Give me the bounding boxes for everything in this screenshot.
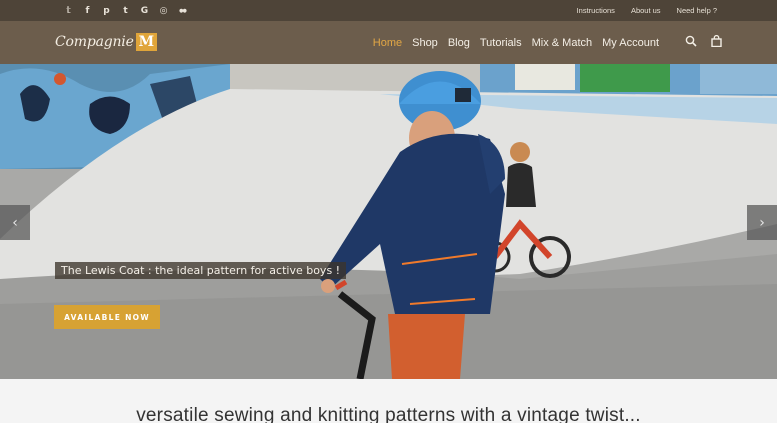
social-links: 𝕥 f p t G ◎ ●●	[59, 0, 192, 21]
about-us-link[interactable]: About us	[631, 6, 661, 15]
main-nav: Home Shop Blog Tutorials Mix & Match My …	[373, 21, 659, 64]
chevron-left-icon: ‹	[12, 214, 18, 231]
facebook-icon[interactable]: f	[78, 6, 97, 16]
instagram-icon[interactable]: ◎	[154, 6, 173, 16]
need-help-link[interactable]: Need help ?	[677, 6, 717, 15]
slide-caption: The Lewis Coat : the ideal pattern for a…	[55, 262, 347, 279]
search-icon[interactable]	[685, 34, 697, 52]
hero-slider: ‹ › The Lewis Coat : the ideal pattern f…	[0, 64, 777, 379]
hero-image	[0, 64, 777, 379]
logo-mark: M	[135, 33, 158, 51]
tumblr-icon[interactable]: t	[116, 6, 135, 16]
slider-prev-button[interactable]: ‹	[0, 205, 30, 240]
header-icons	[685, 21, 722, 64]
twitter-icon[interactable]: 𝕥	[59, 6, 78, 16]
instructions-link[interactable]: Instructions	[577, 6, 615, 15]
shopping-bag-icon[interactable]	[711, 34, 722, 52]
slider-next-button[interactable]: ›	[747, 205, 777, 240]
utility-links: Instructions About us Need help ?	[577, 0, 717, 21]
flickr-icon[interactable]: ●●	[173, 8, 192, 14]
tagline-heading: versatile sewing and knitting patterns w…	[136, 405, 641, 423]
nav-mix-match[interactable]: Mix & Match	[532, 37, 593, 49]
pinterest-icon[interactable]: p	[97, 6, 116, 16]
site-logo[interactable]: Compagnie M	[55, 30, 158, 54]
nav-tutorials[interactable]: Tutorials	[480, 37, 522, 49]
main-header: Compagnie M Home Shop Blog Tutorials Mix…	[0, 21, 777, 64]
tagline-section: versatile sewing and knitting patterns w…	[0, 379, 777, 423]
chevron-right-icon: ›	[759, 214, 765, 231]
nav-my-account[interactable]: My Account	[602, 37, 659, 49]
google-plus-icon[interactable]: G	[135, 6, 154, 16]
nav-blog[interactable]: Blog	[448, 37, 470, 49]
available-now-button[interactable]: AVAILABLE NOW	[54, 305, 160, 329]
nav-shop[interactable]: Shop	[412, 37, 438, 49]
logo-text: Compagnie	[55, 34, 134, 50]
nav-home[interactable]: Home	[373, 37, 402, 49]
top-bar: 𝕥 f p t G ◎ ●● Instructions About us Nee…	[0, 0, 777, 21]
